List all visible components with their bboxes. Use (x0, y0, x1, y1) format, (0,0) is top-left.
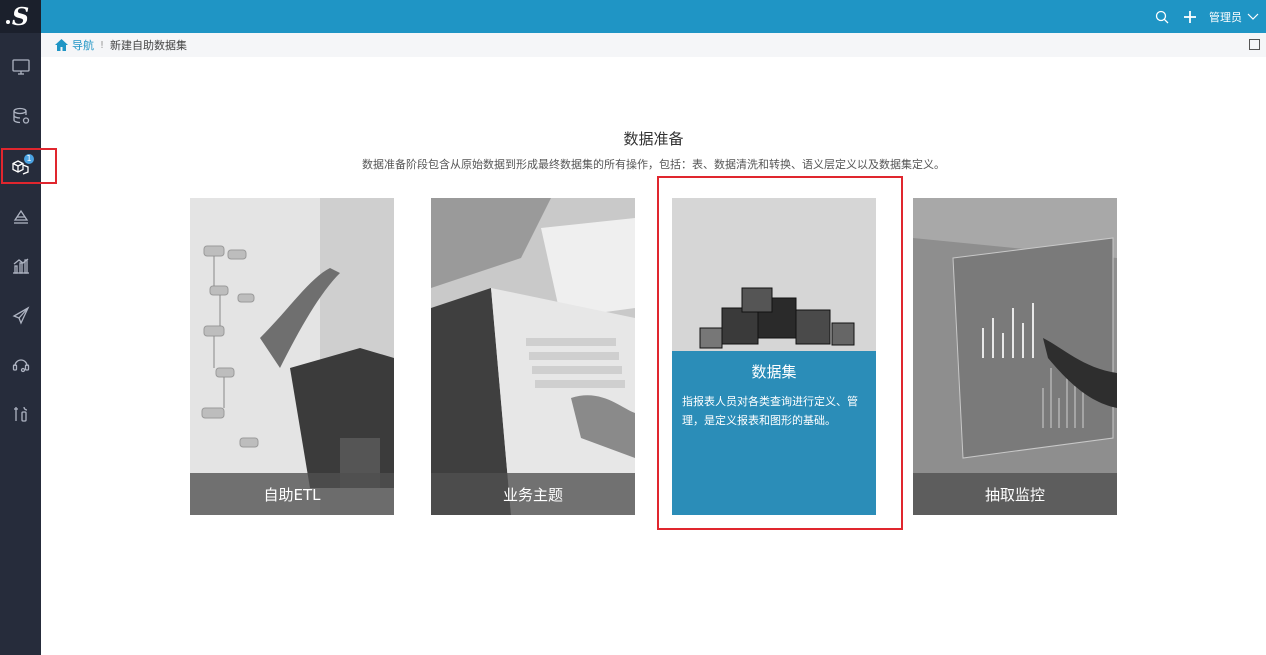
sidebar-item-support[interactable] (0, 347, 41, 381)
app-logo[interactable]: S (0, 0, 41, 33)
sidebar-item-tools[interactable] (0, 397, 41, 431)
layers-icon (13, 209, 28, 224)
page-subtitle: 数据准备阶段包含从原始数据到形成最终数据集的所有操作，包括：表、数据清洗和转换、… (362, 158, 945, 171)
monitor-icon (11, 59, 30, 75)
user-menu[interactable]: 管理员 (1209, 9, 1242, 25)
breadcrumb: 导航 ! 新建自助数据集 (41, 33, 1266, 57)
card-business-theme[interactable]: 业务主题 (431, 198, 635, 515)
bar-chart-icon (12, 258, 29, 274)
card-caption: 抽取监控 (913, 473, 1117, 515)
chevron-down-icon (1247, 13, 1259, 20)
card-self-etl[interactable]: 自助ETL (190, 198, 394, 515)
card-highlight-box (657, 176, 903, 530)
fullscreen-toggle[interactable] (1249, 39, 1260, 50)
top-right-actions: 管理员 (1151, 0, 1266, 33)
home-icon (55, 39, 68, 51)
breadcrumb-home-label: 导航 (72, 39, 94, 52)
card-caption: 自助ETL (190, 473, 394, 515)
breadcrumb-home[interactable]: 导航 (55, 37, 94, 53)
etl-whiteboard-image (190, 198, 394, 515)
sidebar-item-monitor[interactable] (0, 50, 41, 84)
laptop-image (431, 198, 635, 515)
tools-icon (13, 406, 27, 422)
card-caption: 业务主题 (431, 473, 635, 515)
support-icon (12, 359, 29, 373)
sidebar-item-publish[interactable] (0, 298, 41, 332)
page-title: 数据准备 (623, 130, 684, 148)
sidebar: S 1 (0, 0, 41, 655)
top-bar: 管理员 (41, 0, 1266, 33)
sidebar-item-database[interactable] (0, 99, 41, 133)
logo-dot (6, 20, 10, 24)
user-menu-toggle[interactable] (1246, 0, 1260, 33)
breadcrumb-current: 新建自助数据集 (110, 39, 188, 52)
search-button[interactable] (1151, 0, 1173, 33)
monitoring-image (913, 198, 1117, 515)
sidebar-item-layers[interactable] (0, 200, 41, 234)
plus-icon (1184, 10, 1196, 23)
breadcrumb-separator: ! (100, 39, 105, 51)
card-extract-monitor[interactable]: 抽取监控 (913, 198, 1117, 515)
sidebar-item-chart[interactable] (0, 249, 41, 283)
add-button[interactable] (1179, 0, 1201, 33)
logo-letter: S (11, 1, 30, 31)
database-icon (12, 107, 29, 124)
send-icon (12, 306, 29, 325)
search-icon (1155, 10, 1169, 23)
